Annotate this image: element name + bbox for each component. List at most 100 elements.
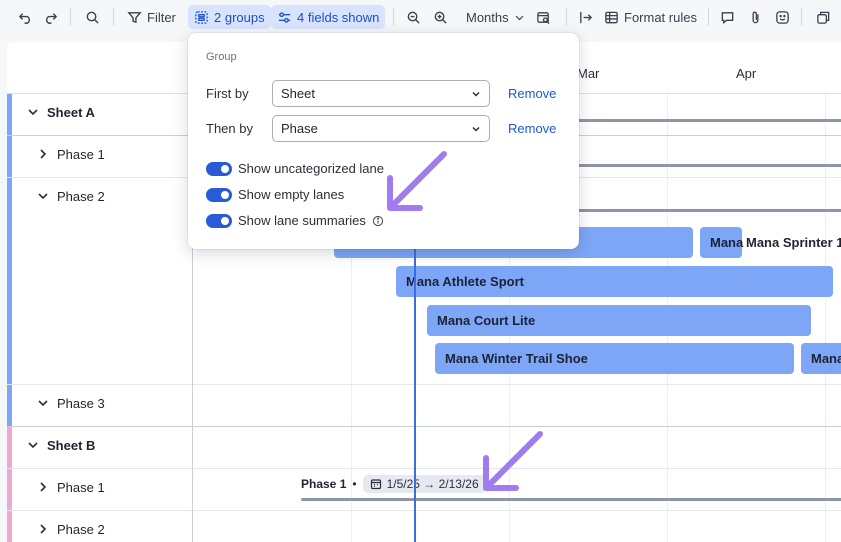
- toggle-row-lane-summaries[interactable]: Show lane summaries: [206, 213, 384, 228]
- lane-summary-chip[interactable]: Phase 1 • 1/5/25 → 2/13/26: [301, 475, 486, 493]
- task-bar-next[interactable]: Mana: [801, 343, 841, 374]
- task-bar-sprinter[interactable]: Mana: [700, 227, 744, 258]
- lane-sheet-b[interactable]: Sheet B: [7, 427, 841, 469]
- emoji-button[interactable]: [769, 5, 796, 29]
- uncategorized-toggle[interactable]: [206, 161, 232, 176]
- chevron-down-icon[interactable]: [27, 106, 39, 118]
- chevron-down-icon: [472, 91, 480, 97]
- lane-summaries-toggle[interactable]: [206, 213, 232, 228]
- lane-title: Phase 3: [57, 395, 105, 411]
- collapse-right-icon: [580, 11, 593, 23]
- smiley-icon: [776, 10, 789, 24]
- collapse-button[interactable]: [572, 5, 599, 29]
- task-bar-label: Mana: [710, 235, 744, 250]
- group-button[interactable]: 2 groups: [188, 5, 271, 29]
- chevron-right-icon[interactable]: [37, 523, 49, 535]
- toolbar-divider: [113, 8, 114, 26]
- task-bar-athlete[interactable]: Mana Athlete Sport: [396, 266, 833, 297]
- chevron-right-icon[interactable]: [37, 148, 49, 160]
- zoom-unit-select[interactable]: Months: [460, 5, 531, 29]
- toolbar-divider: [708, 8, 709, 26]
- chevron-down-icon[interactable]: [37, 397, 49, 409]
- fields-label: 4 fields shown: [297, 9, 380, 25]
- chevron-right-icon[interactable]: [37, 481, 49, 493]
- timeline-app: Filter 2 groups 4 fields shown Months Fo…: [0, 0, 841, 542]
- lane-summary-line: [547, 164, 841, 167]
- summary-phase-name: Phase 1: [301, 477, 347, 491]
- lane-sheet-b-phase-2[interactable]: Phase 2: [7, 511, 841, 542]
- format-rules-button[interactable]: Format rules: [598, 5, 703, 29]
- lane-sheet-b-phase-1[interactable]: Phase 1 Phase 1 • 1/5/25 → 2/13/26: [7, 469, 841, 511]
- lane-header: Phase 3: [37, 385, 105, 421]
- zoom-in-button[interactable]: [427, 5, 454, 29]
- zoom-out-button[interactable]: [400, 5, 427, 29]
- toggle-label: Show uncategorized lane: [238, 161, 384, 176]
- first-by-label: First by: [206, 86, 249, 101]
- chevron-down-icon[interactable]: [37, 190, 49, 202]
- undo-button[interactable]: [12, 5, 39, 29]
- paperclip-icon: [752, 11, 759, 23]
- task-bar-court[interactable]: Mana Court Lite: [427, 305, 811, 336]
- layers-button[interactable]: [810, 5, 837, 29]
- zoom-out-icon: [407, 11, 420, 24]
- redo-button[interactable]: [37, 5, 64, 29]
- group-icon: [195, 10, 208, 24]
- chevron-down-icon[interactable]: [27, 439, 39, 451]
- toggle-label: Show empty lanes: [238, 187, 345, 202]
- then-by-value: Phase: [281, 121, 318, 136]
- summary-date-range: 1/5/25 → 2/13/26: [386, 477, 479, 491]
- lane-title: Phase 2: [57, 521, 105, 537]
- table-icon: [605, 11, 618, 23]
- popover-title: Group: [206, 51, 237, 63]
- toolbar-divider: [566, 8, 567, 26]
- toolbar-divider: [70, 8, 71, 26]
- toggle-row-uncategorized[interactable]: Show uncategorized lane: [206, 161, 384, 176]
- zoom-in-icon: [434, 11, 447, 24]
- first-by-select[interactable]: Sheet: [272, 80, 490, 107]
- month-label-apr: Apr: [736, 66, 757, 81]
- lane-title: Phase 2: [57, 188, 105, 204]
- toolbar-divider: [801, 8, 802, 26]
- remove-second-group-button[interactable]: Remove: [508, 121, 556, 136]
- annotation-arrow-icon: [387, 151, 447, 211]
- lane-sheet-a-phase-3[interactable]: Phase 3: [7, 385, 841, 427]
- comment-icon: [721, 11, 734, 24]
- remove-first-group-button[interactable]: Remove: [508, 86, 556, 101]
- format-rules-label: Format rules: [624, 9, 697, 25]
- then-by-label: Then by: [206, 121, 253, 136]
- task-bar-label: Mana Athlete Sport: [406, 274, 524, 289]
- find-date-button[interactable]: [530, 5, 557, 29]
- search-button[interactable]: [79, 5, 106, 29]
- lane-header: Sheet A: [27, 94, 95, 130]
- fields-button[interactable]: 4 fields shown: [271, 5, 386, 29]
- task-bar-label: Mana: [811, 351, 841, 366]
- lane-header: Phase 1: [37, 469, 105, 505]
- toggle-row-empty-lanes[interactable]: Show empty lanes: [206, 187, 344, 202]
- undo-icon: [18, 12, 30, 24]
- toolbar: Filter 2 groups 4 fields shown Months Fo…: [0, 0, 841, 34]
- toggle-label: Show lane summaries: [238, 213, 366, 228]
- comment-button[interactable]: [714, 5, 741, 29]
- task-bar-winter[interactable]: Mana Winter Trail Shoe: [435, 343, 794, 374]
- filter-icon: [127, 11, 142, 23]
- redo-icon: [46, 12, 58, 24]
- lane-summary-line: [301, 498, 841, 501]
- lane-title: Sheet B: [47, 437, 96, 453]
- lane-header: Phase 2: [37, 511, 105, 542]
- task-outside-label: Mana Sprinter 1000 ...: [746, 235, 841, 250]
- then-by-select[interactable]: Phase: [272, 115, 490, 142]
- lane-title: Phase 1: [57, 479, 105, 495]
- lane-summary-line: [547, 209, 841, 212]
- month-label-mar: Mar: [577, 66, 600, 81]
- filter-label: Filter: [147, 9, 176, 25]
- chevron-down-icon: [472, 126, 480, 132]
- lane-header: Sheet B: [27, 427, 95, 463]
- first-by-value: Sheet: [281, 86, 315, 101]
- filter-button[interactable]: Filter: [121, 5, 182, 29]
- calendar-icon: [370, 479, 381, 490]
- calendar-search-icon: [537, 11, 550, 24]
- layers-icon: [817, 11, 830, 24]
- task-bar-label: Mana Court Lite: [437, 313, 536, 328]
- empty-lanes-toggle[interactable]: [206, 187, 232, 202]
- attachment-button[interactable]: [742, 5, 769, 29]
